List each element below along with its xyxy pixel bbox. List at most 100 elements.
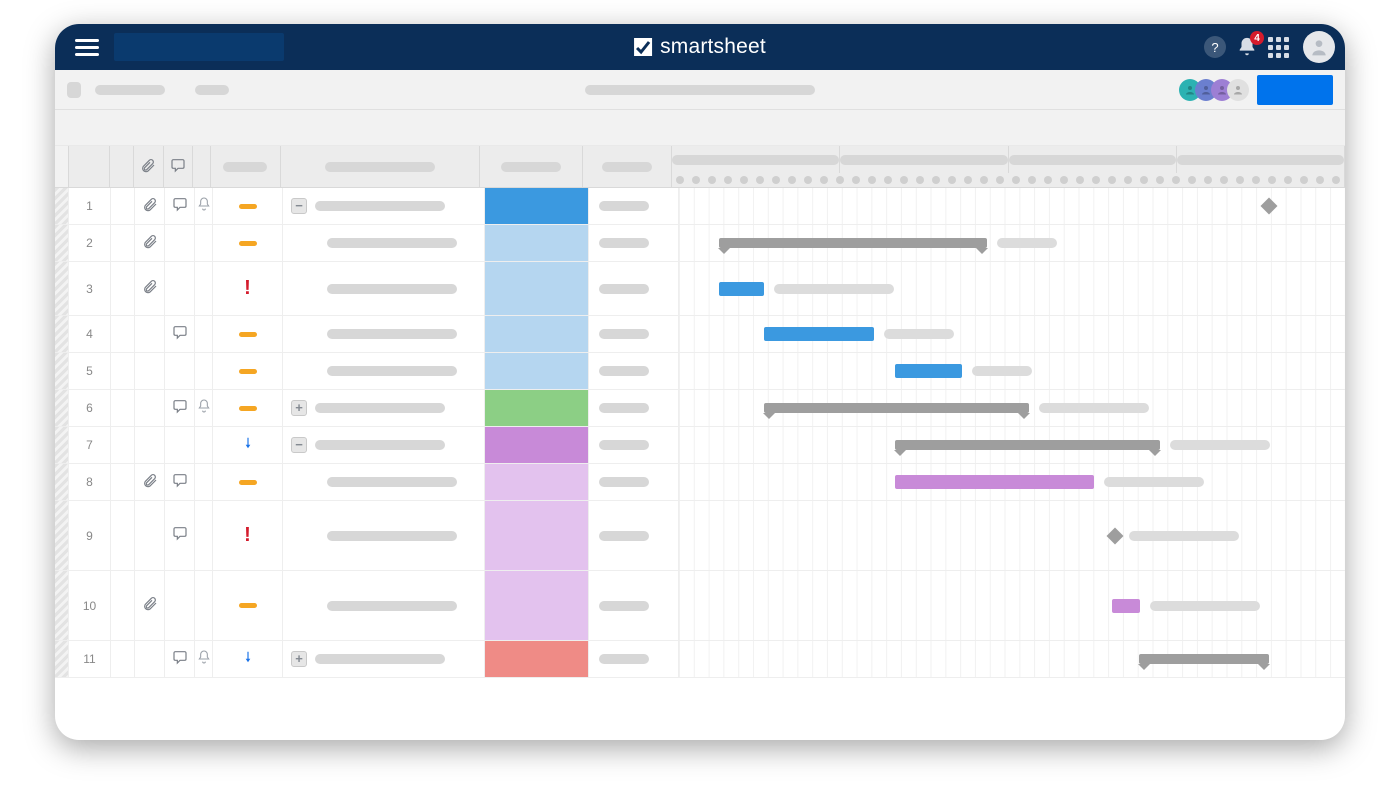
status-cell[interactable] bbox=[213, 316, 283, 352]
reminder-cell[interactable] bbox=[195, 188, 213, 224]
apps-icon[interactable] bbox=[1268, 37, 1289, 58]
assignee-cell[interactable] bbox=[589, 353, 679, 389]
gantt-summary-bar[interactable] bbox=[895, 440, 1160, 450]
gantt-cell[interactable] bbox=[679, 225, 1345, 261]
color-cell[interactable] bbox=[485, 316, 589, 352]
row-handle[interactable] bbox=[55, 501, 69, 570]
assignee-cell[interactable] bbox=[589, 316, 679, 352]
reminder-cell[interactable] bbox=[195, 464, 213, 500]
gantt-cell[interactable] bbox=[679, 262, 1345, 315]
task-cell[interactable] bbox=[283, 464, 485, 500]
assignee-cell[interactable] bbox=[589, 262, 679, 315]
gantt-summary-bar[interactable] bbox=[764, 403, 1029, 413]
reminder-cell[interactable] bbox=[195, 641, 213, 677]
column-color[interactable] bbox=[480, 146, 583, 187]
menu-icon[interactable] bbox=[75, 35, 99, 59]
status-cell[interactable] bbox=[213, 390, 283, 426]
column-comments[interactable] bbox=[164, 146, 194, 187]
gantt-cell[interactable] bbox=[679, 316, 1345, 352]
attachment-cell[interactable] bbox=[135, 262, 165, 315]
reminder-cell[interactable] bbox=[195, 353, 213, 389]
row-handle[interactable] bbox=[55, 571, 69, 640]
grid-row[interactable]: 4 bbox=[55, 316, 1345, 353]
color-cell[interactable] bbox=[485, 390, 589, 426]
row-handle[interactable] bbox=[55, 464, 69, 500]
row-handle[interactable] bbox=[55, 353, 69, 389]
expand-icon[interactable]: + bbox=[291, 400, 307, 416]
column-status[interactable] bbox=[211, 146, 280, 187]
reminder-cell[interactable] bbox=[195, 501, 213, 570]
reminder-cell[interactable] bbox=[195, 262, 213, 315]
attachment-cell[interactable] bbox=[135, 353, 165, 389]
assignee-cell[interactable] bbox=[589, 501, 679, 570]
color-cell[interactable] bbox=[485, 262, 589, 315]
row-flag[interactable] bbox=[111, 225, 135, 261]
status-cell[interactable] bbox=[213, 571, 283, 640]
comment-cell[interactable] bbox=[165, 316, 195, 352]
status-cell[interactable] bbox=[213, 641, 283, 677]
row-flag[interactable] bbox=[111, 390, 135, 426]
gantt-task-bar[interactable] bbox=[895, 475, 1094, 489]
column-task[interactable] bbox=[281, 146, 481, 187]
grid-row[interactable]: 11+ bbox=[55, 641, 1345, 678]
assignee-cell[interactable] bbox=[589, 225, 679, 261]
color-cell[interactable] bbox=[485, 225, 589, 261]
task-cell[interactable]: + bbox=[283, 641, 485, 677]
row-flag[interactable] bbox=[111, 188, 135, 224]
gantt-task-bar[interactable] bbox=[895, 364, 962, 378]
gantt-cell[interactable] bbox=[679, 427, 1345, 463]
color-cell[interactable] bbox=[485, 641, 589, 677]
grid-row[interactable]: 6+ bbox=[55, 390, 1345, 427]
attachment-cell[interactable] bbox=[135, 571, 165, 640]
grid-row[interactable]: 5 bbox=[55, 353, 1345, 390]
grid-row[interactable]: 9! bbox=[55, 501, 1345, 571]
task-cell[interactable] bbox=[283, 571, 485, 640]
sheet-title[interactable] bbox=[585, 85, 815, 95]
attachment-cell[interactable] bbox=[135, 390, 165, 426]
help-icon[interactable]: ? bbox=[1204, 36, 1226, 58]
row-handle[interactable] bbox=[55, 316, 69, 352]
comment-cell[interactable] bbox=[165, 501, 195, 570]
task-cell[interactable] bbox=[283, 225, 485, 261]
assignee-cell[interactable] bbox=[589, 571, 679, 640]
status-cell[interactable]: ! bbox=[213, 501, 283, 570]
gantt-cell[interactable] bbox=[679, 571, 1345, 640]
row-flag[interactable] bbox=[111, 353, 135, 389]
row-handle[interactable] bbox=[55, 188, 69, 224]
row-flag[interactable] bbox=[111, 571, 135, 640]
grid-row[interactable]: 3! bbox=[55, 262, 1345, 316]
gantt-summary-bar[interactable] bbox=[1139, 654, 1269, 664]
column-attachments[interactable] bbox=[134, 146, 164, 187]
toolbar-item[interactable] bbox=[67, 82, 81, 98]
assignee-cell[interactable] bbox=[589, 390, 679, 426]
user-avatar[interactable] bbox=[1303, 31, 1335, 63]
comment-cell[interactable] bbox=[165, 188, 195, 224]
share-button[interactable] bbox=[1257, 75, 1333, 105]
status-cell[interactable]: ! bbox=[213, 262, 283, 315]
reminder-cell[interactable] bbox=[195, 427, 213, 463]
grid-row[interactable]: 7− bbox=[55, 427, 1345, 464]
comment-cell[interactable] bbox=[165, 225, 195, 261]
attachment-cell[interactable] bbox=[135, 641, 165, 677]
row-flag[interactable] bbox=[111, 316, 135, 352]
status-cell[interactable] bbox=[213, 353, 283, 389]
gantt-task-bar[interactable] bbox=[764, 327, 874, 341]
color-cell[interactable] bbox=[485, 188, 589, 224]
task-cell[interactable]: − bbox=[283, 188, 485, 224]
grid-row[interactable]: 1− bbox=[55, 188, 1345, 225]
comment-cell[interactable] bbox=[165, 390, 195, 426]
reminder-cell[interactable] bbox=[195, 316, 213, 352]
gantt-cell[interactable] bbox=[679, 390, 1345, 426]
status-cell[interactable] bbox=[213, 427, 283, 463]
assignee-cell[interactable] bbox=[589, 641, 679, 677]
status-cell[interactable] bbox=[213, 188, 283, 224]
comment-cell[interactable] bbox=[165, 464, 195, 500]
row-flag[interactable] bbox=[111, 464, 135, 500]
row-flag[interactable] bbox=[111, 262, 135, 315]
comment-cell[interactable] bbox=[165, 427, 195, 463]
attachment-cell[interactable] bbox=[135, 188, 165, 224]
reminder-cell[interactable] bbox=[195, 225, 213, 261]
task-cell[interactable]: − bbox=[283, 427, 485, 463]
task-cell[interactable]: + bbox=[283, 390, 485, 426]
gantt-cell[interactable] bbox=[679, 641, 1345, 677]
